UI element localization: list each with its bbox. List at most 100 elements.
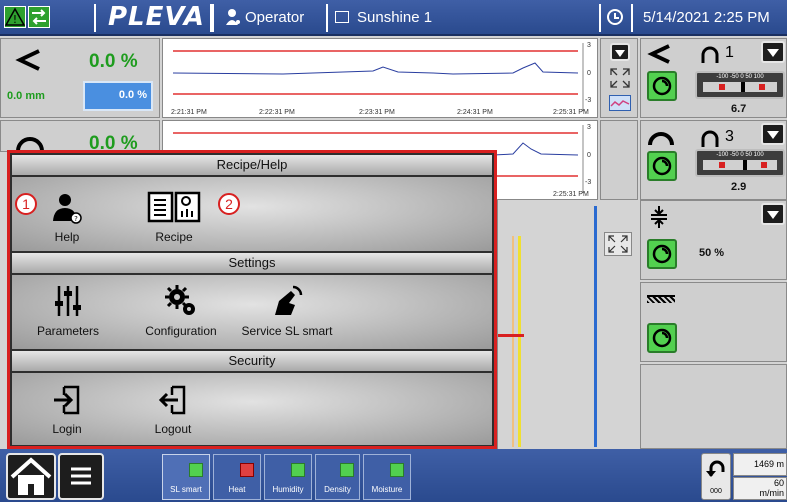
help-label: Help <box>54 230 80 244</box>
menu-button[interactable] <box>58 453 104 500</box>
logout-button[interactable]: Logout <box>148 383 198 436</box>
trend-controls-2 <box>600 120 638 200</box>
time-tick: 2:21:31 PM <box>171 109 207 116</box>
y-tick: 3 <box>587 42 591 49</box>
unit-number: 3 <box>725 128 734 145</box>
right-panel-1: 1 -100 -50 0 50 100 6.7 <box>640 38 787 118</box>
right-panel-4 <box>640 282 787 362</box>
value-input[interactable]: 0.0 % <box>83 81 153 111</box>
tab-density[interactable]: Density <box>315 454 360 500</box>
brand-logo: PLEVA <box>108 2 205 32</box>
expand-icon[interactable] <box>604 232 632 256</box>
activate-button[interactable] <box>647 71 677 101</box>
expand-icon[interactable] <box>609 67 631 93</box>
configuration-button[interactable]: Configuration <box>136 283 226 338</box>
reset-counter-button[interactable]: 000 <box>701 453 731 500</box>
profile-line <box>594 206 597 447</box>
pressure-value: 50 % <box>699 247 725 259</box>
activate-button[interactable] <box>647 151 677 181</box>
logout-icon <box>158 385 186 415</box>
sliders-icon <box>55 286 81 316</box>
activate-button[interactable] <box>647 323 677 353</box>
main-menu: Recipe/Help ? Help 1 Recipe 2 Settings P… <box>7 150 497 449</box>
home-button[interactable] <box>6 453 56 500</box>
y-tick: 3 <box>587 124 591 131</box>
login-button[interactable]: Login <box>42 383 92 436</box>
length-readout: 1469 m <box>733 453 787 476</box>
configuration-label: Configuration <box>145 324 217 338</box>
section-body: Parameters Configuration Service SL smar… <box>12 275 492 349</box>
chevron-left-icon[interactable] <box>15 47 43 77</box>
heater-icon <box>647 295 675 303</box>
time-tick: 2:22:31 PM <box>259 109 295 116</box>
service-label: Service SL smart <box>241 324 333 338</box>
svg-text:?: ? <box>74 215 78 223</box>
time-tick: 2:25:31 PM <box>553 109 589 116</box>
speed-unit: m/min <box>759 488 785 498</box>
moisture-icon <box>364 457 410 481</box>
humidity-icon <box>265 457 311 481</box>
gears-icon <box>165 285 195 315</box>
density-icon <box>316 457 359 481</box>
trend-icon[interactable] <box>609 95 631 111</box>
y-tick: -3 <box>585 179 592 186</box>
network-icon[interactable] <box>28 6 50 28</box>
counter-value: 000 <box>710 488 722 495</box>
scale-value: 2.9 <box>731 181 747 193</box>
help-icon: ? <box>53 194 82 224</box>
separator <box>94 4 96 32</box>
panel-value: 0.0 % <box>89 51 138 72</box>
recipe-button[interactable]: Recipe <box>142 189 206 244</box>
loop-icon <box>699 45 721 69</box>
profile-area <box>497 200 638 449</box>
section-body: ? Help 1 Recipe 2 <box>12 177 492 251</box>
marker-line <box>498 334 524 337</box>
tab-sl-smart[interactable]: SL smart <box>162 454 210 500</box>
user-icon <box>225 7 241 31</box>
tab-moisture[interactable]: Moisture <box>363 454 411 500</box>
scale-labels: -100 -50 0 50 100 <box>716 152 764 158</box>
activate-button[interactable] <box>647 239 677 269</box>
trend-controls <box>600 38 638 118</box>
recipe-name[interactable]: Sunshine 1 <box>357 9 432 26</box>
service-button[interactable]: Service SL smart <box>234 283 340 338</box>
logout-label: Logout <box>154 422 192 436</box>
position-scale[interactable]: -100 -50 0 50 100 <box>695 149 785 177</box>
tab-label: Humidity <box>272 485 304 494</box>
y-tick: 0 <box>587 70 591 77</box>
time-tick: 2:25:31 PM <box>553 191 589 198</box>
speed-readout: 60 m/min <box>733 477 787 500</box>
login-label: Login <box>52 422 82 436</box>
tab-label: SL smart <box>170 485 202 494</box>
section-title: Security <box>12 351 492 371</box>
right-panel-5 <box>640 364 787 449</box>
dropdown-button[interactable] <box>610 43 630 61</box>
svg-text:!: ! <box>13 13 17 26</box>
heat-icon <box>214 457 260 481</box>
warning-icon[interactable]: ! <box>4 6 26 28</box>
position-scale[interactable]: -100 -50 0 50 100 <box>695 71 785 99</box>
arc-icon[interactable] <box>647 127 675 151</box>
callout-badge: 2 <box>218 193 240 215</box>
dropdown-button[interactable] <box>761 203 785 225</box>
trend-chart-1[interactable]: 2:21:31 PM 2:22:31 PM 2:23:31 PM 2:24:31… <box>162 38 598 118</box>
unit-number: 1 <box>725 44 734 61</box>
limit-line <box>518 236 521 447</box>
sl-smart-icon <box>163 457 209 481</box>
user-name[interactable]: Operator <box>245 9 304 26</box>
dropdown-button[interactable] <box>761 41 785 63</box>
dropdown-button[interactable] <box>761 123 785 145</box>
help-button[interactable]: ? Help <box>42 191 92 244</box>
tab-heat[interactable]: Heat <box>213 454 261 500</box>
chevron-left-icon[interactable] <box>647 43 673 69</box>
clock-icon <box>607 9 623 25</box>
section-title: Recipe/Help <box>12 155 492 175</box>
section-body: Login Logout <box>12 373 492 445</box>
undo-icon <box>706 460 725 477</box>
tab-humidity[interactable]: Humidity <box>264 454 312 500</box>
y-tick: -3 <box>585 97 592 104</box>
recipe-label: Recipe <box>155 230 193 244</box>
callout-badge: 1 <box>15 193 37 215</box>
limit-line <box>512 236 514 447</box>
parameters-button[interactable]: Parameters <box>30 283 106 338</box>
